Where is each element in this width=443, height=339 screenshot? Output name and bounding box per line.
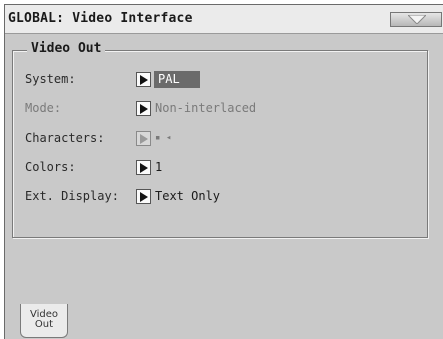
system-label: System: [25, 72, 76, 86]
page-title: GLOBAL: Video Interface [8, 11, 193, 26]
characters-label: Characters: [25, 131, 105, 145]
video-out-group-title: Video Out [27, 41, 106, 56]
mode-popup-button[interactable] [136, 101, 151, 116]
characters-popup-button[interactable] [136, 131, 151, 146]
system-value[interactable]: PAL [154, 71, 200, 88]
triangle-right-icon [140, 163, 148, 173]
page-menu-button[interactable] [390, 12, 442, 27]
triangle-right-icon [140, 192, 148, 202]
ext-display-value: Text Only [155, 189, 221, 203]
ext-display-label: Ext. Display: [25, 189, 119, 203]
tab-label-line2: Out [34, 319, 54, 330]
triangle-right-icon [140, 104, 148, 114]
triangle-down-icon [408, 15, 426, 24]
system-popup-button[interactable] [136, 72, 151, 87]
triangle-right-icon [140, 75, 148, 85]
mode-label: Mode: [25, 101, 62, 115]
colors-value: 1 [155, 160, 163, 174]
triangle-right-icon [140, 134, 148, 144]
ext-display-popup-button[interactable] [136, 189, 151, 204]
colors-label: Colors: [25, 160, 76, 174]
title-bar: GLOBAL: Video Interface [5, 5, 443, 34]
tab-video-out[interactable]: Video Out [20, 304, 68, 338]
colors-popup-button[interactable] [136, 160, 151, 175]
mode-value: Non-interlaced [155, 101, 257, 115]
characters-value: ▪ ◂ [155, 133, 172, 143]
